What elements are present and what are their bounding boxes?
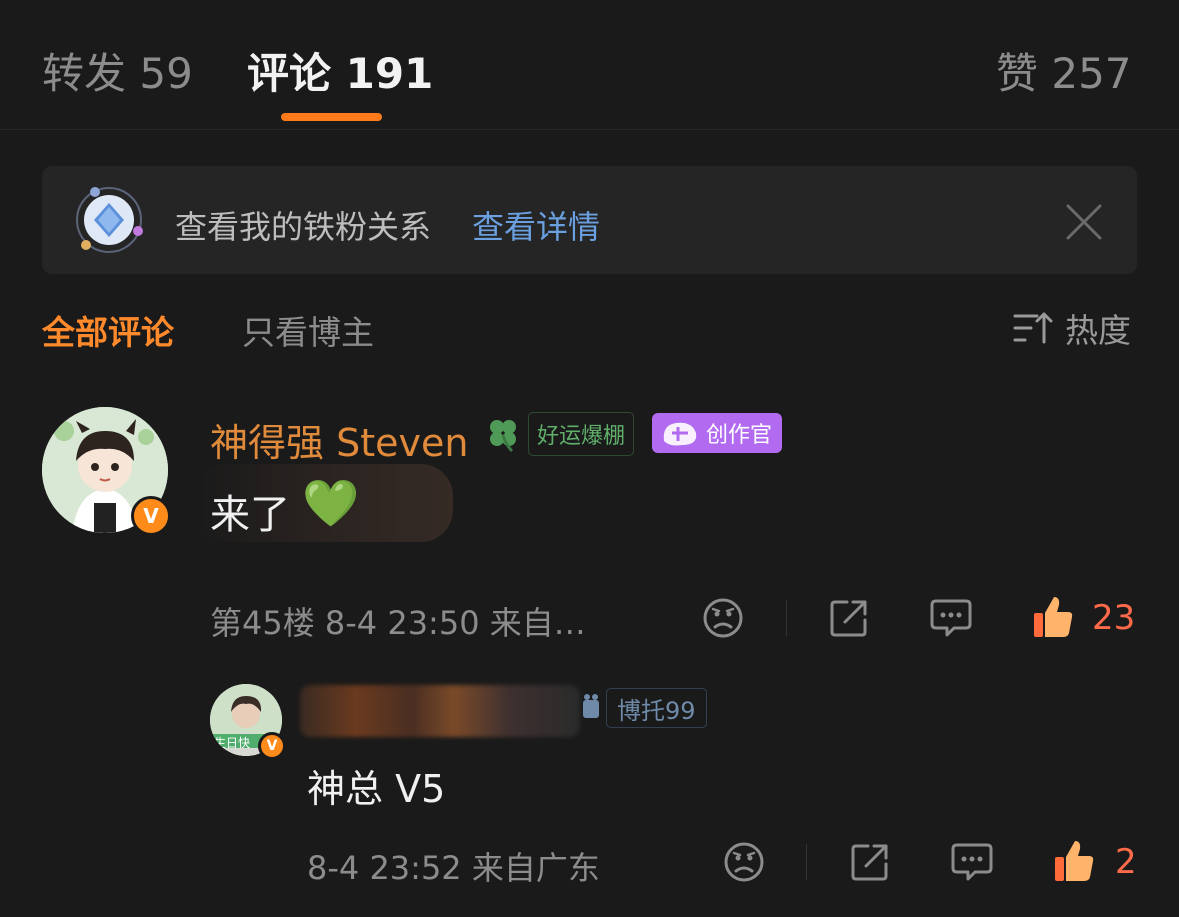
reply-fan-tag[interactable]: 博托99 xyxy=(606,688,707,728)
tab-likes[interactable]: 赞 257 xyxy=(996,40,1132,101)
share-icon[interactable] xyxy=(829,598,869,638)
reply-avatar-caption: 生日快 xyxy=(214,736,251,750)
comment-icon[interactable] xyxy=(930,598,972,638)
active-tab-indicator xyxy=(281,113,382,121)
close-icon[interactable] xyxy=(1064,202,1104,242)
comment-icon[interactable] xyxy=(951,842,993,882)
clover-icon xyxy=(490,420,516,453)
creator-badge-label: 创作官 xyxy=(706,423,773,448)
lucky-tag-label: 好运爆棚 xyxy=(528,412,635,456)
creator-icon xyxy=(663,422,697,446)
view-details-link[interactable]: 查看详情 xyxy=(472,202,600,248)
like-count: 23 xyxy=(1092,598,1136,638)
dislike-face-icon[interactable] xyxy=(702,597,744,639)
reply-username-redacted xyxy=(300,685,580,737)
fan-level-icon xyxy=(583,694,599,718)
green-heart-emoji: 💚 xyxy=(302,476,360,530)
creator-badge[interactable]: 创作官 xyxy=(652,413,783,453)
divider xyxy=(806,844,807,880)
sort-label: 热度 xyxy=(1065,311,1131,350)
reply-text: 神总 V5 xyxy=(307,767,446,811)
reply-like-count: 2 xyxy=(1115,842,1137,882)
lucky-tag[interactable]: 好运爆棚 xyxy=(484,412,635,456)
banner-text: 查看我的铁粉关系 xyxy=(175,208,432,246)
diamond-badge-icon xyxy=(76,187,143,253)
sort-icon xyxy=(1013,312,1053,344)
fan-relationship-banner[interactable]: 查看我的铁粉关系 查看详情 xyxy=(42,166,1137,274)
comment-username[interactable]: 神得强 Steven xyxy=(210,412,468,467)
reply-meta: 8-4 23:52 来自广东 xyxy=(307,849,600,887)
comment-text: 来了 xyxy=(210,492,290,538)
like-thumb-icon[interactable] xyxy=(1032,595,1074,639)
comment-meta: 第45楼 8-4 23:50 来自… xyxy=(210,604,586,642)
filter-all-comments[interactable]: 全部评论 xyxy=(42,306,174,354)
like-thumb-icon[interactable] xyxy=(1053,839,1095,883)
sort-by-popularity[interactable]: 热度 xyxy=(1013,306,1131,350)
verified-badge: V xyxy=(131,496,171,536)
tab-bar: 转发 59 评论 191 赞 257 xyxy=(0,0,1179,130)
reply-verified-badge: V xyxy=(258,732,286,760)
tab-comments[interactable]: 评论 191 xyxy=(247,40,433,101)
filter-blogger-only[interactable]: 只看博主 xyxy=(242,306,374,354)
share-icon[interactable] xyxy=(850,842,890,882)
dislike-face-icon[interactable] xyxy=(723,841,765,883)
divider xyxy=(786,600,787,636)
tab-repost[interactable]: 转发 59 xyxy=(42,40,193,101)
